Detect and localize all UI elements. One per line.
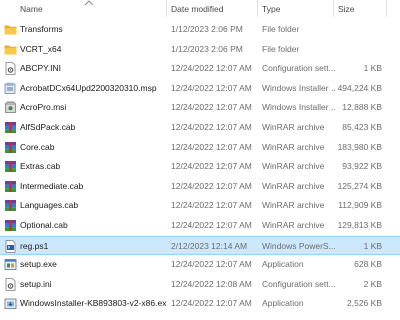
file-name: AlfSdPack.cab [20,122,76,132]
file-date-modified: 12/24/2022 12:07 AM [171,180,252,191]
file-type: File folder [262,43,300,54]
file-name: ABCPY.INI [20,63,61,74]
file-name: reg.ps1 [20,240,49,251]
file-name: AcroPro.msi [20,102,67,113]
file-row[interactable]: AcrobatDCx64Upd2200320310.msp 12/24/2022 … [0,79,400,98]
file-row[interactable]: Transforms 1/12/2023 2:06 PM File folder [0,20,400,39]
file-size: 1 KB [363,240,382,251]
file-size: 112,909 KB [338,200,382,211]
winrar-archive-icon [4,199,17,212]
column-header-date-modified[interactable]: Date modified [171,4,223,14]
column-divider[interactable] [166,0,167,17]
file-type: Configuration sett... [262,278,335,289]
column-divider[interactable] [257,0,258,17]
file-type: Windows Installer ... [262,82,335,93]
file-size: 85,423 KB [342,122,382,132]
file-row[interactable]: WindowsInstaller-KB893803-v2-x86.exe 12/2… [0,294,400,313]
file-type: WinRAR archive [262,220,325,230]
file-type: WinRAR archive [262,161,325,172]
file-type: WinRAR archive [262,122,325,132]
file-name: Optional.cab [20,220,68,230]
settings-file-icon [4,277,17,291]
file-size: 2,526 KB [347,298,382,309]
file-date-modified: 12/24/2022 12:07 AM [171,63,252,74]
winrar-archive-icon [4,121,17,134]
column-divider[interactable] [386,0,387,17]
column-header-bar: Name Date modified Type Size [0,0,400,18]
column-divider[interactable] [333,0,334,17]
file-name: setup.exe [20,259,57,270]
settings-file-icon [4,62,17,76]
file-name: VCRT_x64 [20,43,62,54]
file-date-modified: 12/24/2022 12:07 AM [171,82,252,93]
powershell-script-icon [4,239,17,253]
file-row[interactable]: ABCPY.INI 12/24/2022 12:07 AM Configuratio… [0,59,400,78]
file-type: Windows PowerS... [262,240,335,251]
file-date-modified: 12/24/2022 12:07 AM [171,298,252,309]
file-date-modified: 12/24/2022 12:07 AM [171,161,252,172]
file-type: Application [262,298,304,309]
file-date-modified: 1/12/2023 2:06 PM [171,24,243,34]
file-size: 129,813 KB [337,220,382,230]
setup-application-icon [4,258,17,271]
file-size: 2 KB [363,278,382,289]
file-date-modified: 12/24/2022 12:07 AM [171,200,252,211]
file-date-modified: 1/12/2023 2:06 PM [171,43,243,54]
file-date-modified: 12/24/2022 12:07 AM [171,102,252,113]
file-row[interactable]: Core.cab 12/24/2022 12:07 AM WinRAR archiv… [0,138,400,157]
file-name: setup.ini [20,278,52,289]
winrar-archive-icon [4,160,17,173]
folder-icon [4,23,17,36]
file-row[interactable]: setup.ini 12/24/2022 12:08 AM Configuratio… [0,275,400,294]
file-size: 12,888 KB [342,102,382,113]
file-date-modified: 12/24/2022 12:08 AM [171,278,252,289]
file-name: AcrobatDCx64Upd2200320310.msp [20,82,157,93]
file-size: 183,980 KB [337,141,382,152]
file-row[interactable]: setup.exe 12/24/2022 12:07 AM Application 6… [0,255,400,274]
file-type: Application [262,259,304,270]
file-row[interactable]: Intermediate.cab 12/24/2022 12:07 AM WinRA… [0,177,400,196]
file-date-modified: 12/24/2022 12:07 AM [171,259,252,270]
file-row[interactable]: AlfSdPack.cab 12/24/2022 12:07 AM WinRAR a… [0,118,400,137]
column-header-type[interactable]: Type [262,4,280,14]
file-name: Transforms [20,24,63,34]
file-row[interactable]: Languages.cab 12/24/2022 12:07 AM WinRAR a… [0,196,400,215]
file-type: File folder [262,24,300,34]
file-size: 494,224 KB [337,82,382,93]
folder-icon [4,43,17,56]
file-type: Configuration sett... [262,63,335,74]
file-type: Windows Installer ... [262,102,335,113]
file-size: 93,922 KB [342,161,382,172]
winrar-archive-icon [4,219,17,232]
installer-package-icon [4,101,17,114]
column-header-name[interactable]: Name [20,4,43,14]
file-date-modified: 2/12/2023 12:14 AM [171,240,248,251]
file-name: WindowsInstaller-KB893803-v2-x86.exe [20,298,166,309]
file-row[interactable]: Optional.cab 12/24/2022 12:07 AM WinRAR ar… [0,216,400,235]
sort-ascending-icon[interactable] [84,0,94,6]
file-row-selected[interactable]: reg.ps1 2/12/2023 12:14 AM Windows PowerS.… [0,235,400,255]
installer-patch-icon [4,82,17,95]
winrar-archive-icon [4,180,17,193]
file-row[interactable]: Extras.cab 12/24/2022 12:07 AM WinRAR arch… [0,157,400,176]
file-row[interactable]: VCRT_x64 1/12/2023 2:06 PM File folder [0,40,400,59]
file-date-modified: 12/24/2022 12:07 AM [171,122,252,132]
installer-application-icon [4,297,17,310]
file-type: WinRAR archive [262,180,325,191]
file-size: 628 KB [354,259,382,270]
file-name: Core.cab [20,141,55,152]
file-date-modified: 12/24/2022 12:07 AM [171,141,252,152]
file-size: 1 KB [363,63,382,74]
file-name: Intermediate.cab [20,180,84,191]
file-row[interactable]: AcroPro.msi 12/24/2022 12:07 AM Windows In… [0,98,400,117]
file-type: WinRAR archive [262,200,325,211]
file-size: 125,274 KB [337,180,382,191]
file-type: WinRAR archive [262,141,325,152]
winrar-archive-icon [4,141,17,154]
column-header-size[interactable]: Size [338,4,355,14]
file-name: Languages.cab [20,200,79,211]
file-date-modified: 12/24/2022 12:07 AM [171,220,252,230]
file-name: Extras.cab [20,161,61,172]
